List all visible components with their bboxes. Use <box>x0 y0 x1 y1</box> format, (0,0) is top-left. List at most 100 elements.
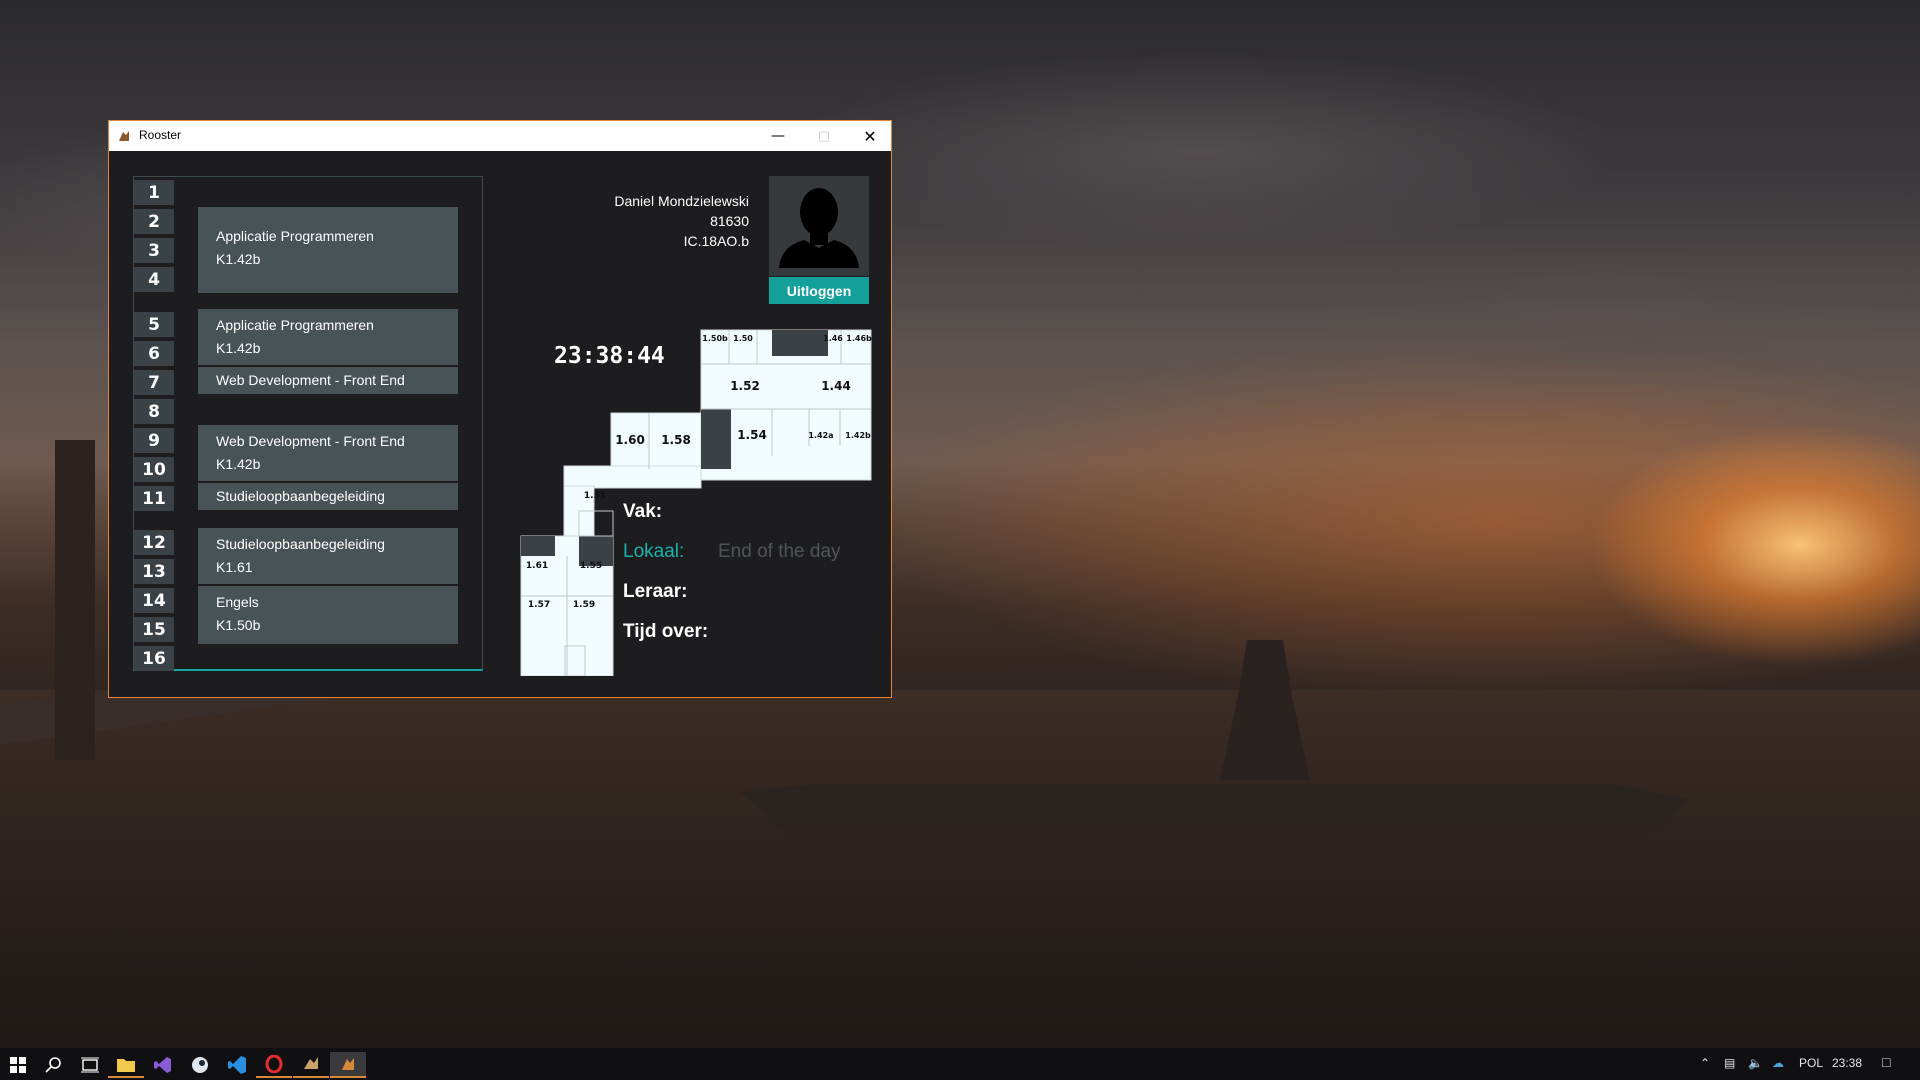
task-view-button[interactable] <box>72 1052 108 1078</box>
room-label: 1.44 <box>821 379 851 393</box>
lesson-room: K1.42b <box>216 251 261 267</box>
lesson-subject: Studieloopbaanbegeleiding <box>216 488 385 504</box>
taskbar-clock[interactable]: 23:38 <box>1832 1056 1862 1070</box>
lokaal-row: Lokaal: End of the day <box>623 541 841 563</box>
room-label: 1.55 <box>580 561 602 571</box>
file-explorer-button[interactable] <box>108 1052 144 1078</box>
lesson-slot[interactable]: Engels K1.50b <box>198 586 458 644</box>
start-button[interactable] <box>0 1052 36 1078</box>
room-label: 1.54 <box>737 428 767 442</box>
room-label: 1.58 <box>661 433 691 447</box>
rooster-window: Rooster — □ ✕ 1 2 3 4 5 6 7 8 9 10 11 12… <box>108 120 892 698</box>
user-number: 81630 <box>710 213 749 229</box>
opera-button[interactable] <box>256 1052 292 1078</box>
hour-number: 8 <box>134 399 174 424</box>
onedrive-icon[interactable]: ☁ <box>1772 1056 1784 1070</box>
user-info: Daniel Mondzielewski 81630 IC.18AO.b <box>599 191 749 251</box>
hour-number: 14 <box>134 588 174 613</box>
network-icon[interactable]: ▤ <box>1724 1056 1735 1070</box>
hour-number: 9 <box>134 428 174 453</box>
hour-number: 2 <box>134 209 174 234</box>
hour-number: 3 <box>134 238 174 263</box>
room-label: 1.61 <box>526 561 548 571</box>
vscode-icon <box>228 1056 246 1074</box>
close-button[interactable]: ✕ <box>847 121 893 151</box>
lesson-subject: Web Development - Front End <box>216 372 405 388</box>
windows-icon <box>10 1057 26 1073</box>
room-label: 1.60 <box>615 433 645 447</box>
lesson-slot[interactable]: Studieloopbaanbegeleiding K1.61 <box>198 528 458 584</box>
hour-number: 12 <box>134 530 174 555</box>
vscode-button[interactable] <box>219 1052 255 1078</box>
taskbar: ⌃ ▤ 🔈 ☁ POL 23:38 □ <box>0 1048 1920 1080</box>
steam-button[interactable] <box>182 1052 218 1078</box>
hour-number: 16 <box>134 646 174 671</box>
lesson-slot[interactable]: Studieloopbaanbegeleiding <box>198 483 458 510</box>
lesson-subject: Applicatie Programmeren <box>216 228 374 244</box>
app-button[interactable] <box>293 1052 329 1078</box>
minimize-icon: — <box>771 128 785 144</box>
minimize-button[interactable]: — <box>755 121 801 151</box>
window-title: Rooster <box>139 128 182 142</box>
lesson-subject: Engels <box>216 594 259 610</box>
tijd-over-label: Tijd over: <box>623 621 709 642</box>
search-button[interactable] <box>36 1052 72 1078</box>
app-icon <box>304 1057 318 1069</box>
maximize-button[interactable]: □ <box>801 121 847 151</box>
room-label: 1.42b <box>845 431 871 440</box>
language-indicator[interactable]: POL <box>1799 1056 1823 1070</box>
user-name: Daniel Mondzielewski <box>614 193 749 209</box>
room-label: 1.50b <box>702 334 728 343</box>
user-silhouette-icon <box>779 188 859 268</box>
lesson-subject: Studieloopbaanbegeleiding <box>216 536 385 552</box>
steam-icon <box>192 1057 208 1073</box>
hour-number: 5 <box>134 312 174 337</box>
task-view-icon <box>81 1057 99 1073</box>
lesson-room: K1.42b <box>216 340 261 356</box>
search-icon <box>45 1057 61 1073</box>
lesson-room: K1.61 <box>216 559 253 575</box>
lokaal-label: Lokaal: <box>623 541 685 562</box>
hour-number: 4 <box>134 267 174 292</box>
room-label: 1.42a <box>808 431 833 440</box>
folder-icon <box>117 1058 135 1072</box>
lesson-slot[interactable]: Web Development - Front End K1.42b <box>198 425 458 481</box>
leraar-label: Leraar: <box>623 581 688 602</box>
room-label: 1.52 <box>730 379 760 393</box>
rooster-app-icon <box>342 1058 354 1070</box>
room-label: 1.46b <box>846 334 872 343</box>
rooster-taskbar-button[interactable] <box>330 1052 366 1078</box>
lokaal-value: End of the day <box>718 541 841 562</box>
visual-studio-icon <box>154 1057 171 1073</box>
schedule-panel: 1 2 3 4 5 6 7 8 9 10 11 12 13 14 15 16 A… <box>133 176 483 671</box>
room-label: 1.59 <box>573 600 595 610</box>
lesson-slot[interactable]: Applicatie Programmeren K1.42b <box>198 309 458 365</box>
volume-icon[interactable]: 🔈 <box>1748 1056 1763 1070</box>
hour-number: 6 <box>134 341 174 366</box>
room-label: 1.50 <box>733 334 753 343</box>
room-label: 1.46 <box>823 334 843 343</box>
maximize-icon: □ <box>817 128 831 144</box>
close-icon: ✕ <box>863 126 877 146</box>
tray-chevron-icon[interactable]: ⌃ <box>1700 1056 1710 1070</box>
lesson-subject: Applicatie Programmeren <box>216 317 374 333</box>
wallpaper-tower <box>55 440 95 760</box>
lesson-slot[interactable]: Applicatie Programmeren K1.42b <box>198 207 458 293</box>
title-bar[interactable]: Rooster — □ ✕ <box>109 121 891 151</box>
lesson-room: K1.42b <box>216 456 261 472</box>
avatar <box>769 176 869 276</box>
hour-number: 13 <box>134 559 174 584</box>
lesson-slot[interactable]: Web Development - Front End <box>198 367 458 394</box>
wallpaper-river <box>0 690 1920 1048</box>
lesson-room: K1.50b <box>216 617 261 633</box>
visual-studio-button[interactable] <box>145 1052 181 1078</box>
hour-number: 1 <box>134 180 174 205</box>
room-label: 1.51 <box>584 491 606 501</box>
hour-number: 11 <box>134 486 174 511</box>
room-label: 1.57 <box>528 600 550 610</box>
notification-icon[interactable]: □ <box>1882 1054 1890 1070</box>
vak-label: Vak: <box>623 501 663 522</box>
logout-button[interactable]: Uitloggen <box>769 277 869 304</box>
app-icon <box>119 131 129 141</box>
hour-number: 10 <box>134 457 174 482</box>
